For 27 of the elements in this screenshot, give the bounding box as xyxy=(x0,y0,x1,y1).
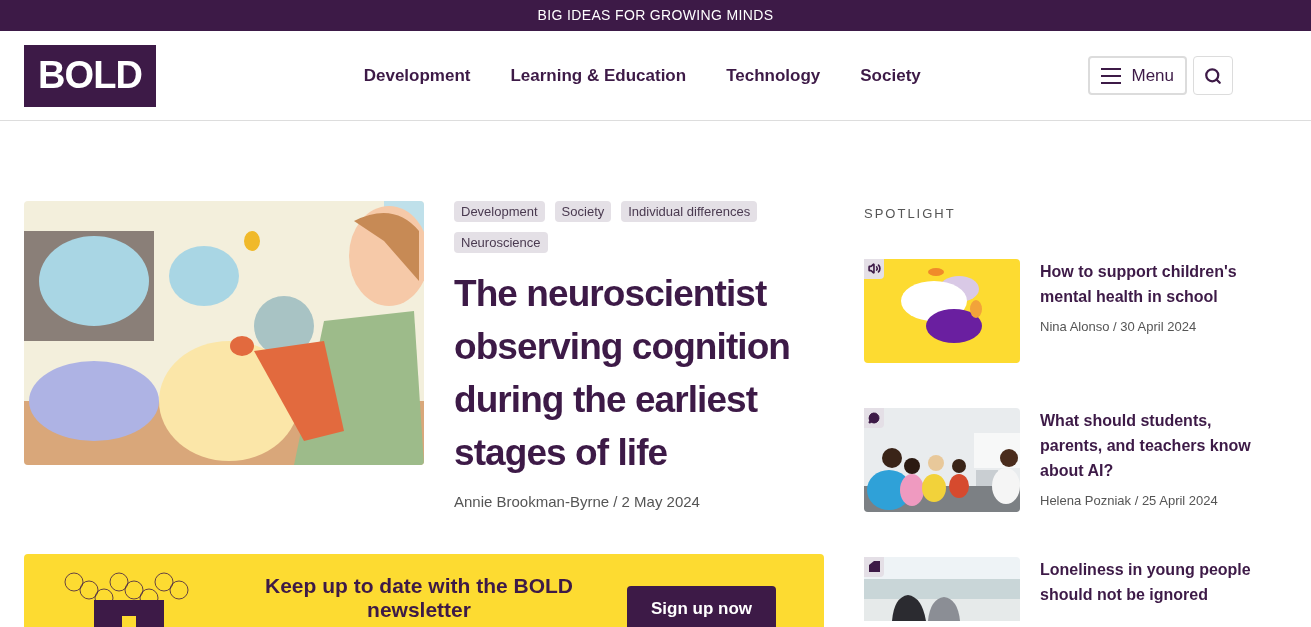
nav-link[interactable]: Learning & Education xyxy=(510,62,687,89)
byline: Nina Alonso / 30 April 2024 xyxy=(1040,317,1198,336)
search-button[interactable] xyxy=(1193,56,1233,95)
tag[interactable]: Development xyxy=(454,201,545,222)
tag[interactable]: Individual differences xyxy=(621,201,758,222)
newsletter-text: Keep up to date with the BOLD newsletter xyxy=(264,573,574,622)
byline: Annie Brookman-Byrne / 2 May 2024 xyxy=(454,492,701,512)
nav-link[interactable]: Society xyxy=(860,62,921,89)
tag[interactable]: Society xyxy=(554,201,612,222)
page-icon xyxy=(864,556,884,577)
menu-button[interactable]: Menu xyxy=(1088,56,1187,95)
section-heading: SPOTLIGHT xyxy=(864,205,957,223)
speaker-icon xyxy=(864,258,884,279)
sign-up-button[interactable]: Sign up now xyxy=(627,585,776,627)
logo[interactable]: BOLD xyxy=(24,44,156,107)
byline: Helena Pozniak / 25 April 2024 xyxy=(1040,491,1219,510)
article-link[interactable]: How to support children's mental health in school xyxy=(1040,258,1270,309)
menu-icon xyxy=(1101,67,1122,84)
tagline: BIG IDEAS FOR GROWING MINDS xyxy=(537,6,774,25)
nav-link[interactable]: Technology xyxy=(726,62,821,89)
article-title[interactable]: The neuroscientist observing cognition during the earliest stages of life xyxy=(454,267,824,479)
article-link[interactable]: What should students, parents, and teachers know about AI? xyxy=(1040,407,1270,483)
nav-link[interactable]: Development xyxy=(363,62,471,89)
article-link[interactable]: Loneliness in young people should not be ignored xyxy=(1040,556,1270,607)
speech-bubble-icon xyxy=(864,407,884,428)
tag[interactable]: Neuroscience xyxy=(454,232,548,253)
search-icon xyxy=(1204,66,1222,85)
